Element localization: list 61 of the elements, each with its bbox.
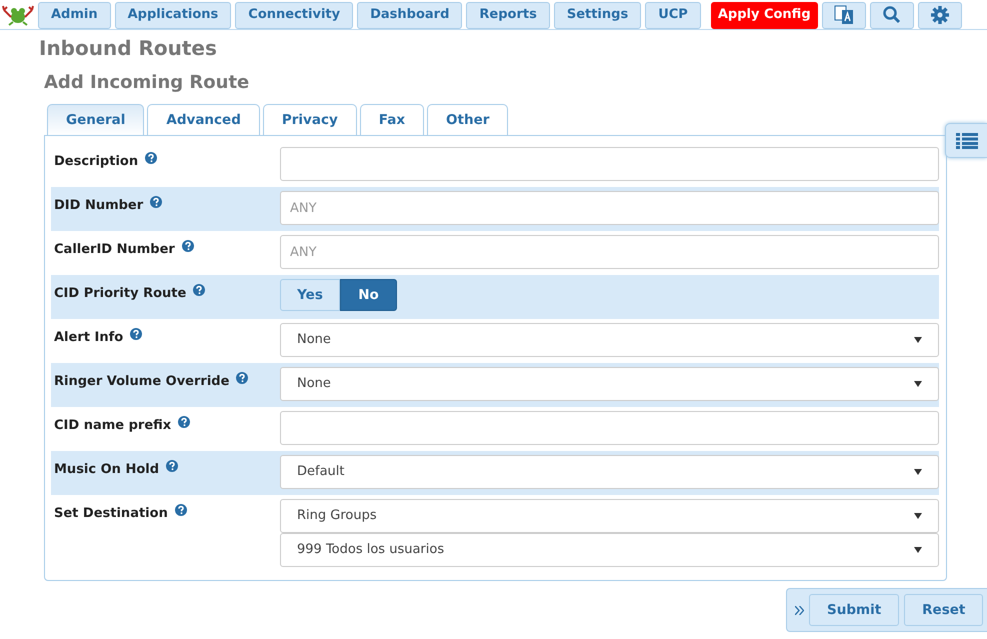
text-field[interactable] [280, 411, 939, 445]
list-icon [956, 132, 978, 148]
help-icon [150, 196, 162, 208]
page-title: Inbound Routes [39, 35, 218, 61]
select-field[interactable]: None [280, 323, 939, 357]
frog-logo-icon [2, 4, 34, 26]
menu-button[interactable]: Connectivity [235, 2, 354, 28]
caret-icon [914, 337, 922, 343]
menu-button[interactable]: Admin [38, 2, 111, 28]
menu-button[interactable]: Reports [466, 2, 550, 28]
field-label: Description [54, 153, 138, 171]
help-icon [182, 240, 194, 252]
select-field[interactable]: Ring Groups [280, 499, 939, 533]
reset-button[interactable]: Reset [904, 594, 984, 626]
tab[interactable]: Advanced [147, 104, 260, 136]
translate-icon [834, 5, 854, 25]
field-label: CallerID Number [54, 241, 175, 259]
apply-config-button[interactable]: Apply Config [710, 2, 818, 28]
field-label: Ringer Volume Override [54, 373, 230, 391]
select-field[interactable]: None [280, 367, 939, 401]
toggle-option[interactable]: Yes [280, 279, 340, 311]
section-title: Add Incoming Route [44, 71, 250, 95]
text-field[interactable]: ANY [280, 235, 939, 269]
menu-button[interactable]: UCP [645, 2, 701, 28]
field-label: Alert Info [54, 329, 124, 347]
help-icon [178, 416, 190, 428]
menu-button[interactable]: Dashboard [357, 2, 462, 28]
side-menu-button[interactable] [945, 123, 987, 158]
search-icon [882, 5, 902, 25]
translate-button[interactable] [822, 2, 866, 28]
field-label: DID Number [54, 197, 144, 215]
help-icon [174, 504, 187, 516]
search-button[interactable] [870, 2, 914, 28]
field-label: Set Destination [54, 505, 168, 523]
caret-icon [914, 469, 922, 475]
help-icon [166, 460, 178, 472]
text-field[interactable] [280, 147, 939, 181]
help-icon [130, 328, 142, 340]
collapse-icon [795, 606, 804, 614]
caret-icon [914, 547, 922, 553]
text-field[interactable]: ANY [280, 191, 939, 225]
submit-button[interactable]: Submit [809, 594, 900, 626]
settings-icon [930, 5, 950, 25]
caret-icon [914, 381, 922, 387]
select-field[interactable]: Default [280, 455, 939, 489]
field-label: CID Priority Route [54, 285, 186, 303]
help-icon [145, 152, 158, 164]
tab[interactable]: Fax [360, 104, 424, 136]
tab[interactable]: Other [427, 104, 508, 136]
settings-button[interactable] [918, 2, 962, 28]
tab[interactable]: Privacy [262, 104, 357, 136]
menu-button[interactable]: Applications [114, 2, 232, 28]
field-label: CID name prefix [54, 417, 172, 435]
select-field[interactable]: 999 Todos los usuarios [280, 533, 939, 567]
help-icon [236, 372, 248, 384]
toggle-option[interactable]: No [340, 279, 397, 311]
caret-icon [914, 513, 922, 519]
tab[interactable]: General [47, 104, 144, 136]
menu-button[interactable]: Settings [554, 2, 642, 28]
field-label: Music On Hold [54, 461, 160, 479]
help-icon [193, 284, 206, 296]
